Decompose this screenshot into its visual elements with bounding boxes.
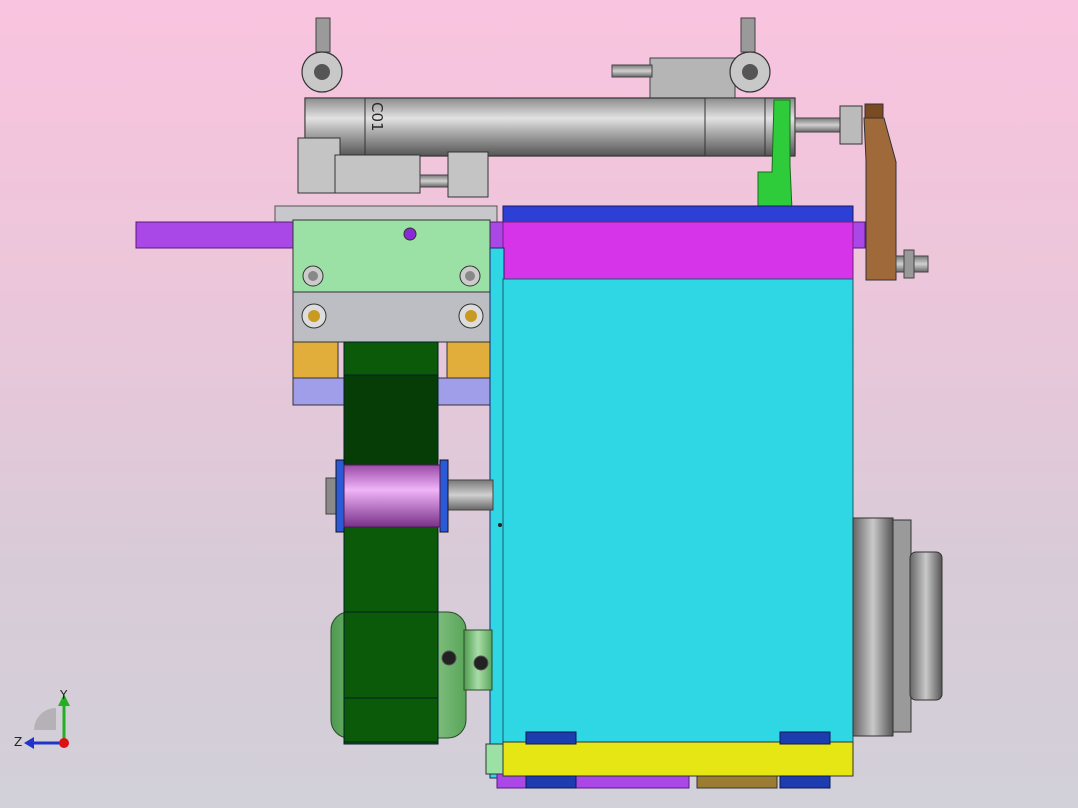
roller-flange-left: [335, 459, 345, 533]
pulley-set-screw-1: [441, 650, 457, 666]
left-air-fitting-stem: [315, 17, 331, 53]
right-air-fitting-stem: [740, 17, 756, 53]
assembly-drawing: C01: [135, 17, 943, 789]
valve-connector: [419, 174, 451, 188]
foot-right-top: [779, 731, 831, 745]
housing-side: [489, 247, 505, 779]
piston-rod: [794, 117, 846, 133]
left-port-block: [297, 137, 341, 194]
right-elbow-bore: [742, 64, 758, 80]
gearbox-housing[interactable]: [502, 278, 854, 750]
clamp-block[interactable]: [292, 219, 491, 293]
top-plate: [502, 221, 854, 280]
orientation-triad[interactable]: Y Z: [10, 686, 90, 766]
motor-flange[interactable]: [852, 517, 943, 737]
base-plate[interactable]: [502, 741, 854, 777]
belt-shade: [343, 374, 439, 466]
purple-bar: [135, 221, 307, 249]
cylinder-label: C01: [368, 102, 386, 132]
roller-shaft: [447, 479, 494, 511]
brown-bracket[interactable]: [863, 103, 929, 281]
right-port-block: [447, 151, 489, 198]
left-elbow-bore: [314, 64, 330, 80]
mount-block[interactable]: [292, 291, 491, 343]
foot-left-top: [525, 731, 577, 745]
cad-3d-viewport[interactable]: C01 Y Z: [0, 0, 1078, 808]
bearing-pad-right: [446, 341, 491, 381]
triad-plane: [34, 708, 56, 730]
housing-dot: [498, 523, 502, 527]
foot-right-bottom: [779, 775, 831, 789]
mount-bolt-right-hole: [465, 310, 477, 322]
top-strip: [502, 205, 854, 225]
base-side-block: [485, 743, 505, 775]
bearing-pad-left: [292, 341, 339, 381]
z-axis-arrow: [24, 737, 34, 749]
roller-flange-right: [439, 459, 449, 533]
roller-body: [343, 464, 441, 528]
rod-nut: [839, 105, 863, 145]
valve-body: [334, 154, 421, 194]
x-axis-dot: [59, 738, 69, 748]
mount-bolt-left-hole: [308, 310, 320, 322]
clamp-screw-right-head: [465, 271, 475, 281]
clamp-screw-top: [403, 227, 417, 241]
rear-mount-bracket: [649, 57, 736, 101]
y-axis-label: Y: [59, 688, 68, 702]
z-axis-label: Z: [14, 735, 22, 749]
foot-left-bottom: [525, 775, 577, 789]
cylinder-end-cap-right: [704, 97, 766, 157]
rear-rod: [611, 64, 653, 78]
pulley-set-screw-2: [473, 655, 489, 671]
drive-pulley[interactable]: [330, 611, 493, 743]
clamp-screw-left-head: [308, 271, 318, 281]
idler-roller[interactable]: [325, 459, 494, 533]
belt-over-pulley: [343, 611, 439, 743]
bracket-nut: [903, 249, 915, 279]
